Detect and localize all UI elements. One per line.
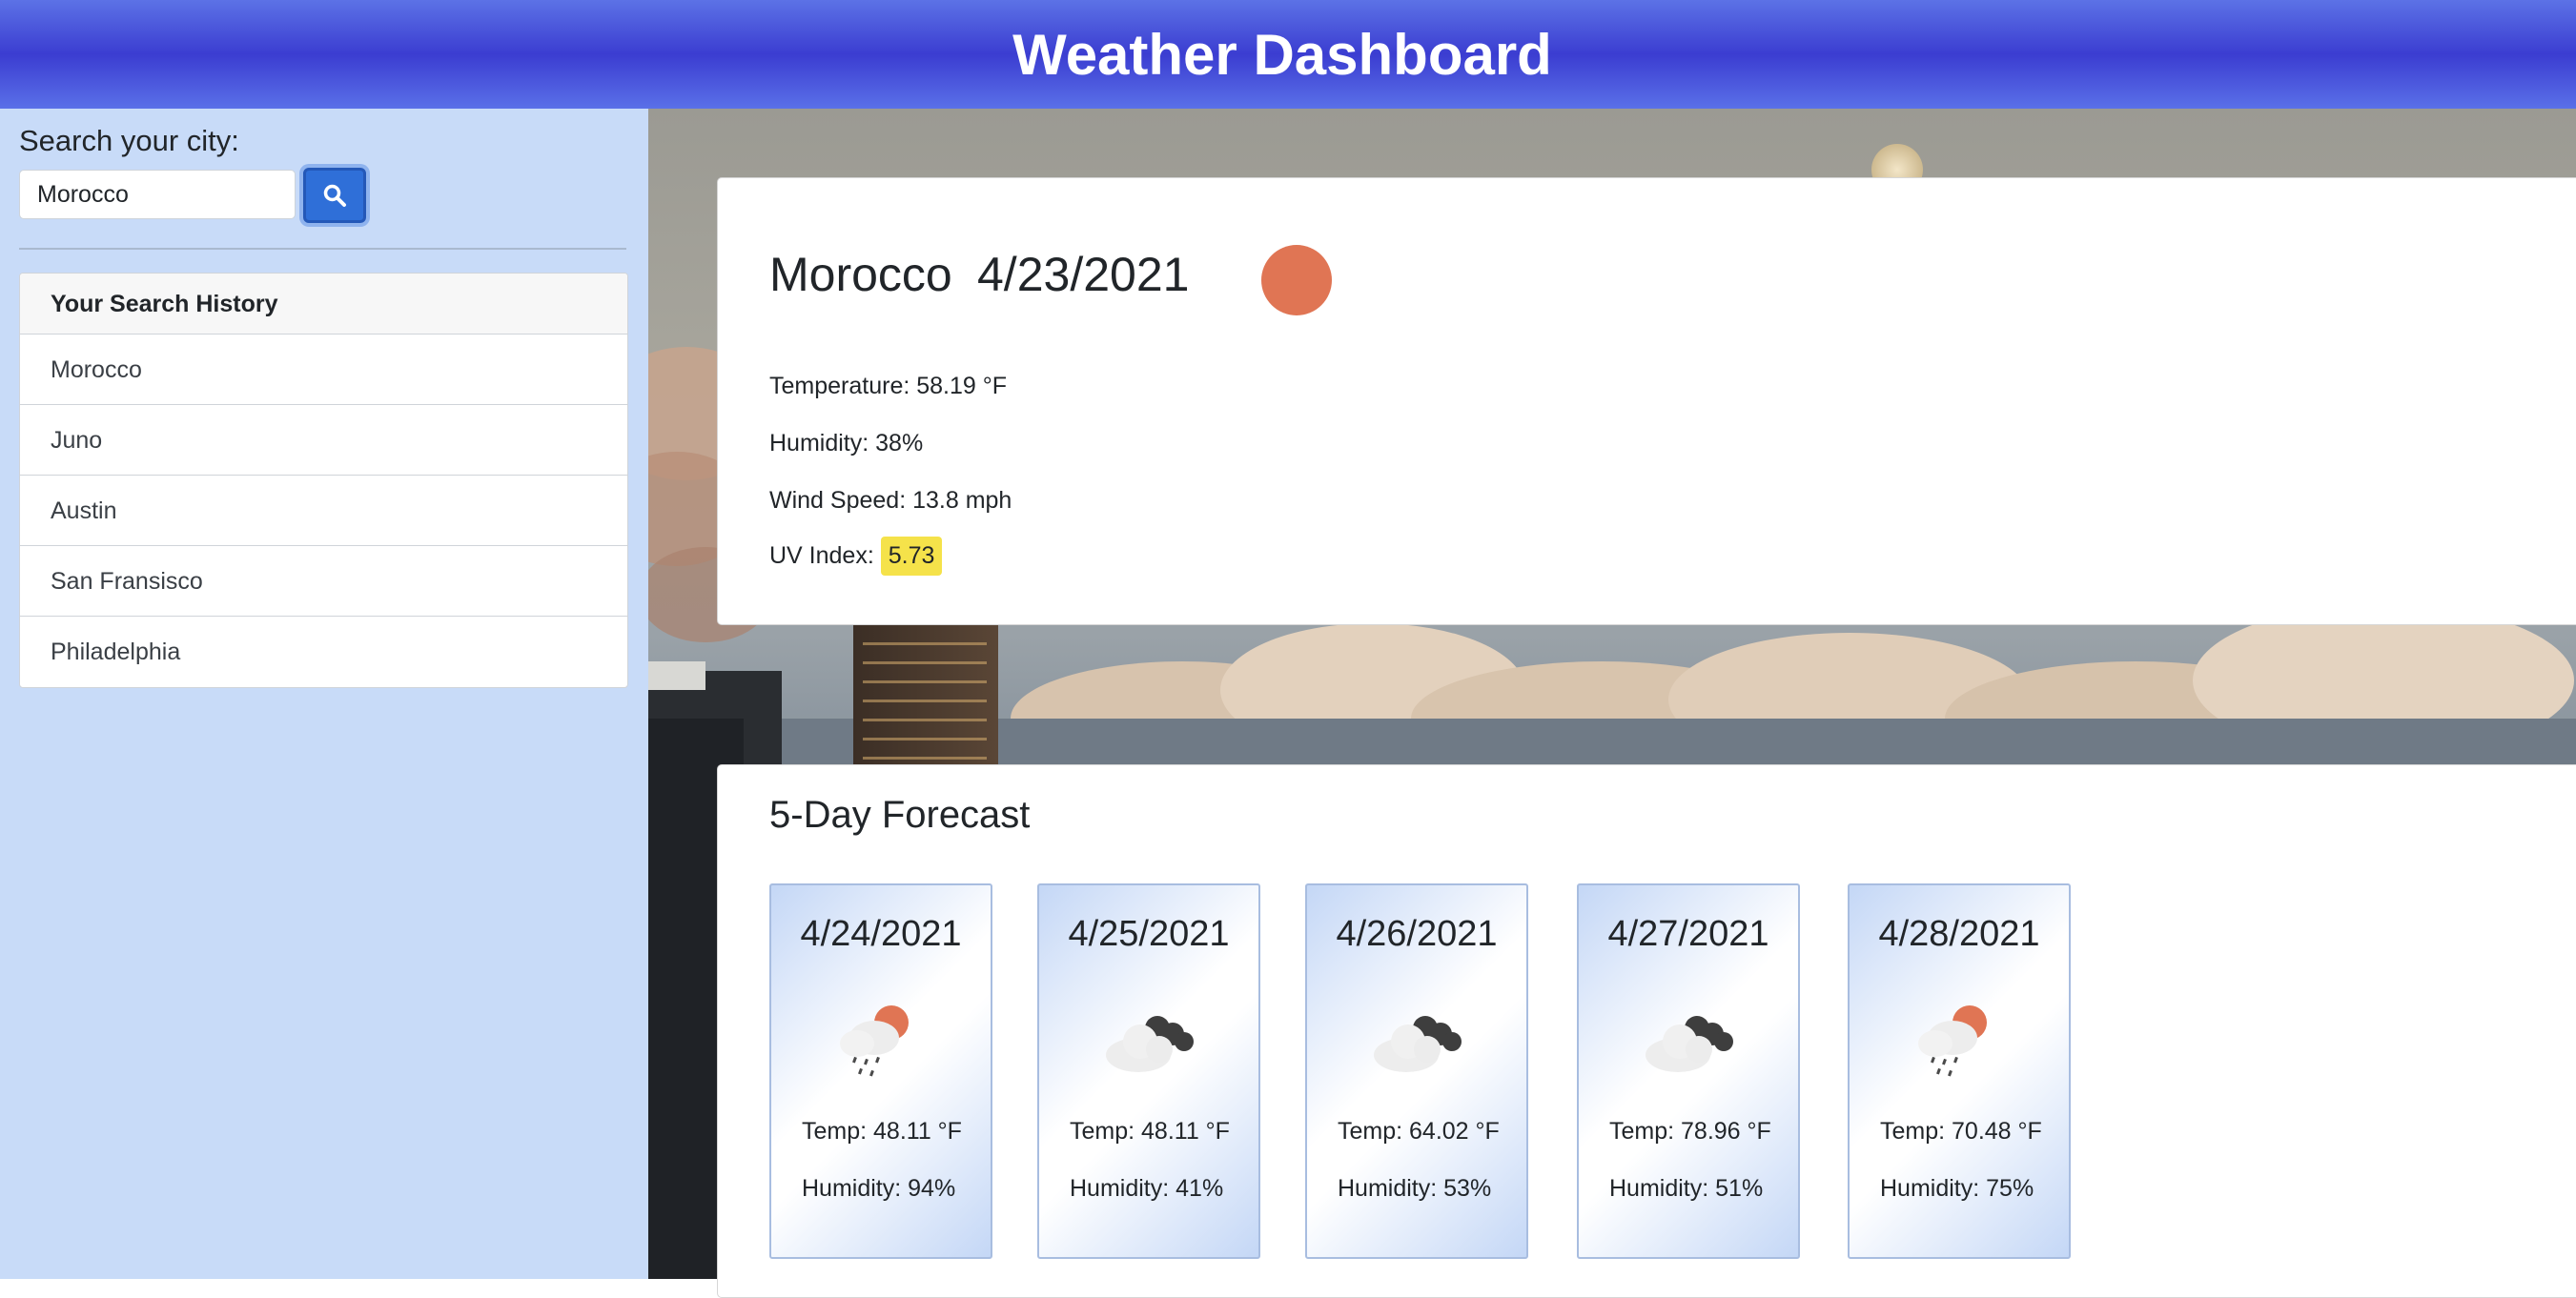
sun-rain-icon bbox=[825, 998, 939, 1088]
current-humidity: Humidity: 38% bbox=[769, 430, 924, 456]
history-item-san-fransisco[interactable]: San Fransisco bbox=[20, 546, 627, 617]
history-item-morocco[interactable]: Morocco bbox=[20, 335, 627, 405]
search-history-list: Your Search History Morocco Juno Austin … bbox=[19, 273, 628, 688]
current-temperature: Temperature: 58.19 °F bbox=[769, 373, 1008, 399]
app-header: Weather Dashboard bbox=[0, 0, 2576, 109]
search-button[interactable] bbox=[303, 168, 366, 223]
search-label: Search your city: bbox=[19, 124, 239, 157]
uv-index-badge: 5.73 bbox=[880, 537, 943, 576]
forecast-title: 5-Day Forecast bbox=[769, 794, 1031, 836]
forecast-date: 4/24/2021 bbox=[800, 914, 962, 954]
forecast-day: 4/24/2021 Temp: 48.11 °F Humidity: 94% bbox=[769, 883, 992, 1259]
forecast-humidity: Humidity: 94% bbox=[802, 1175, 956, 1202]
sidebar: Search your city: Your Search History Mo… bbox=[0, 109, 648, 1279]
current-weather-card: Morocco 4/23/2021 Temperature: 58.19 °F … bbox=[717, 177, 2576, 625]
forecast-card: 5-Day Forecast 4/24/2021 Temp: 48.11 °F … bbox=[717, 764, 2576, 1298]
forecast-day: 4/27/2021 Temp: 78.96 °F Humidity: 51% bbox=[1577, 883, 1800, 1259]
forecast-day: 4/28/2021 Temp: 70.48 °F Humidity: 75% bbox=[1848, 883, 2071, 1259]
sidebar-divider bbox=[19, 248, 626, 250]
sun-rain-icon bbox=[1903, 998, 2017, 1088]
forecast-day: 4/25/2021 Temp: 48.11 °F Humidity: 41% bbox=[1037, 883, 1260, 1259]
uv-index-label: UV Index: bbox=[769, 542, 874, 569]
forecast-date: 4/27/2021 bbox=[1607, 914, 1769, 954]
current-city: Morocco bbox=[769, 248, 952, 301]
forecast-humidity: Humidity: 75% bbox=[1880, 1175, 2034, 1202]
current-uv-index: UV Index: 5.73 bbox=[769, 537, 943, 576]
forecast-day: 4/26/2021 Temp: 64.02 °F Humidity: 53% bbox=[1305, 883, 1528, 1259]
forecast-humidity: Humidity: 53% bbox=[1338, 1175, 1492, 1202]
forecast-date: 4/26/2021 bbox=[1336, 914, 1498, 954]
clouds-icon bbox=[1093, 998, 1207, 1088]
sun-icon bbox=[1261, 245, 1332, 315]
history-item-juno[interactable]: Juno bbox=[20, 405, 627, 476]
clouds-icon bbox=[1632, 998, 1747, 1088]
history-item-austin[interactable]: Austin bbox=[20, 476, 627, 546]
forecast-temp: Temp: 48.11 °F bbox=[1070, 1118, 1230, 1145]
forecast-temp: Temp: 70.48 °F bbox=[1880, 1118, 2042, 1145]
current-date: 4/23/2021 bbox=[977, 248, 1190, 301]
forecast-temp: Temp: 78.96 °F bbox=[1609, 1118, 1771, 1145]
forecast-humidity: Humidity: 41% bbox=[1070, 1175, 1224, 1202]
search-icon bbox=[323, 184, 346, 207]
forecast-date: 4/28/2021 bbox=[1878, 914, 2040, 954]
forecast-humidity: Humidity: 51% bbox=[1609, 1175, 1764, 1202]
page-title: Weather Dashboard bbox=[1012, 22, 1552, 87]
forecast-date: 4/25/2021 bbox=[1068, 914, 1230, 954]
search-history-title: Your Search History bbox=[20, 274, 627, 335]
forecast-temp: Temp: 48.11 °F bbox=[802, 1118, 962, 1145]
clouds-icon bbox=[1360, 998, 1475, 1088]
current-wind-speed: Wind Speed: 13.8 mph bbox=[769, 487, 1012, 514]
forecast-temp: Temp: 64.02 °F bbox=[1338, 1118, 1500, 1145]
city-search-input[interactable] bbox=[19, 170, 296, 219]
history-item-philadelphia[interactable]: Philadelphia bbox=[20, 617, 627, 687]
